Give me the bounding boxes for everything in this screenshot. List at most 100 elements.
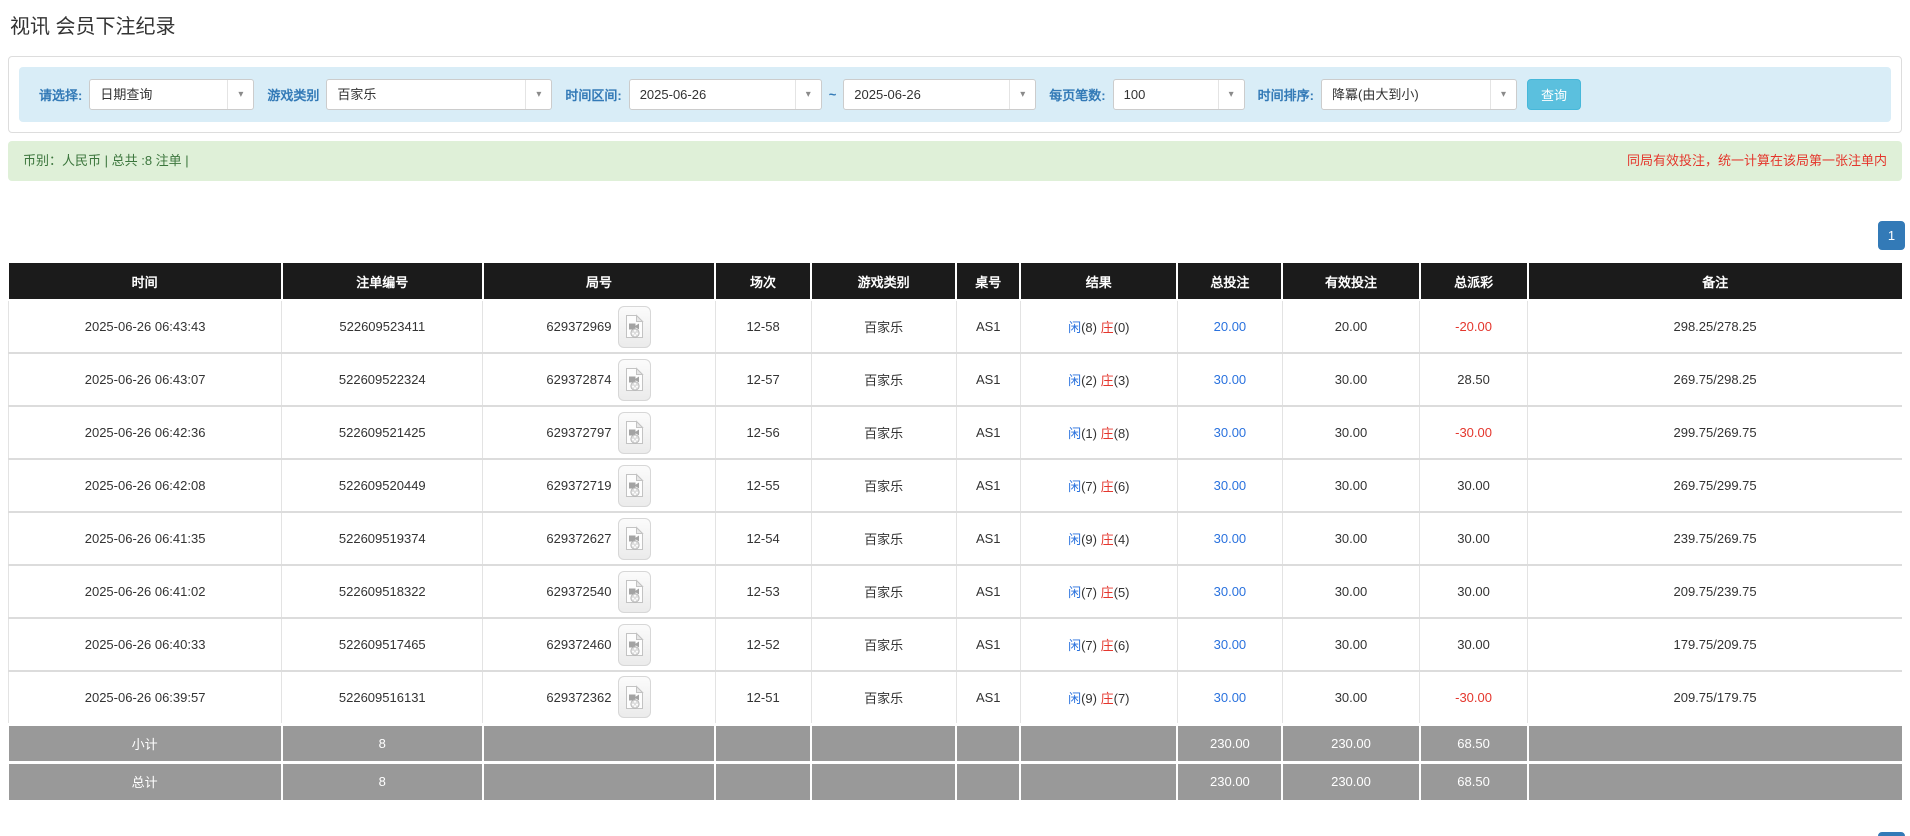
pagination-page-button[interactable]: 1 [1878,221,1905,250]
page-title: 视讯 会员下注纪录 [10,16,176,38]
video-record-button[interactable] [618,623,652,666]
video-record-icon [626,420,645,444]
date-to-select[interactable]: 2025-06-26 ▾ [843,79,1037,110]
chevron-down-icon: ▾ [1009,80,1035,109]
total-bet-link[interactable]: 30.00 [1214,584,1247,599]
date-to-value: 2025-06-26 [854,87,921,102]
video-record-icon [626,473,645,497]
date-range-tilde: ~ [828,87,837,102]
cell-total-bet: 20.00 [1177,300,1283,354]
total-label: 总计 [8,760,283,800]
total-bet-link[interactable]: 30.00 [1214,690,1247,705]
cell-session: 12-58 [715,300,812,354]
cell-game-type: 百家乐 [811,459,957,513]
round-id-value: 629372969 [546,319,612,334]
video-record-button[interactable] [618,570,652,613]
header-time: 时间 [8,263,283,301]
cell-total-bet: 30.00 [1177,618,1283,672]
total-bet-link[interactable]: 20.00 [1214,319,1247,334]
cell-session: 12-54 [715,512,812,566]
cell-game-type: 百家乐 [811,671,957,725]
cell-valid-bet: 30.00 [1282,406,1421,460]
summary-currency-count: 币别：人民币 | 总共 :8 注单 | [23,153,189,168]
query-type-select[interactable]: 日期查询 ▾ [89,79,255,110]
video-record-button[interactable] [618,305,652,348]
filter-panel: 请选择: 日期查询 ▾ 游戏类别 百家乐 ▾ 时间区间: 2025-06-26 … [8,56,1902,133]
total-bet-link[interactable]: 30.00 [1214,372,1247,387]
video-record-icon [626,367,645,391]
result-player-label: 闲 [1068,320,1082,335]
cell-round-id: 629372362 [482,671,716,725]
game-type-label: 游戏类别 [267,88,320,103]
result-banker-label: 庄 [1100,638,1114,653]
cell-session: 12-57 [715,353,812,407]
cell-bet-id: 522609516131 [281,671,484,725]
cell-result: 闲(8) 庄(0) [1020,300,1178,354]
cell-time: 2025-06-26 06:41:35 [7,512,283,566]
cell-result: 闲(2) 庄(3) [1020,353,1178,407]
cell-valid-bet: 20.00 [1282,300,1421,354]
cell-time: 2025-06-26 06:42:36 [7,406,283,460]
cell-game-type: 百家乐 [811,300,957,354]
header-table-no: 桌号 [956,263,1022,301]
result-banker-count: (6) [1113,638,1130,653]
result-banker-count: (8) [1113,426,1130,441]
cell-result: 闲(7) 庄(6) [1020,459,1178,513]
total-bet-link[interactable]: 30.00 [1214,425,1247,440]
cell-time: 2025-06-26 06:43:07 [7,353,283,407]
cell-valid-bet: 30.00 [1282,512,1421,566]
cell-bet-id: 522609519374 [281,512,484,566]
cell-session: 12-52 [715,618,812,672]
cell-result: 闲(7) 庄(5) [1020,565,1178,619]
chevron-down-icon: ▾ [1489,80,1516,109]
pagination-page-button-bottom[interactable]: 1 [1878,832,1905,836]
total-bet-link[interactable]: 30.00 [1214,637,1247,652]
table-row: 2025-06-26 06:42:36 522609521425 6293727… [7,406,1902,460]
cell-remark: 269.75/299.75 [1527,459,1902,513]
date-from-select[interactable]: 2025-06-26 ▾ [628,79,822,110]
cell-table-no: AS1 [956,565,1021,619]
cell-round-id: 629372719 [482,459,716,513]
table-row: 2025-06-26 06:43:07 522609522324 6293728… [7,353,1902,407]
page-size-select[interactable]: 100 ▾ [1112,79,1245,110]
video-record-button[interactable] [618,517,652,560]
video-record-button[interactable] [618,411,652,454]
cell-round-id: 629372627 [482,512,716,566]
cell-valid-bet: 30.00 [1282,618,1421,672]
cell-session: 12-56 [715,406,812,460]
result-banker-count: (3) [1113,373,1130,388]
round-id-value: 629372719 [546,478,612,493]
cell-remark: 209.75/239.75 [1527,565,1902,619]
total-bet-link[interactable]: 30.00 [1214,531,1247,546]
time-sort-value: 降冪(由大到小) [1331,87,1419,102]
video-record-button[interactable] [618,464,652,507]
cell-total-bet: 30.00 [1177,671,1283,725]
pagination-top: 1 [8,221,1905,250]
search-button[interactable]: 查询 [1526,79,1581,110]
subtotal-row: 小计 8 230.00 230.00 68.50 [8,722,1902,762]
total-bet-link[interactable]: 30.00 [1214,478,1247,493]
cell-table-no: AS1 [956,618,1021,672]
pagination-bottom: 1 [1878,832,1905,836]
cell-result: 闲(9) 庄(4) [1020,512,1178,566]
game-type-select[interactable]: 百家乐 ▾ [326,79,553,110]
result-banker-label: 庄 [1100,320,1114,335]
time-sort-select[interactable]: 降冪(由大到小) ▾ [1320,79,1517,110]
cell-remark: 209.75/179.75 [1527,671,1902,725]
cell-session: 12-53 [715,565,812,619]
cell-time: 2025-06-26 06:40:33 [7,618,283,672]
page-size-label: 每页笔数: [1049,88,1106,103]
round-id-value: 629372362 [546,689,612,705]
result-player-count: (1) [1081,426,1097,441]
result-player-label: 闲 [1068,479,1082,494]
time-sort-label: 时间排序: [1257,88,1314,103]
video-record-button[interactable] [618,358,652,401]
video-record-button[interactable] [618,676,652,719]
round-id-value: 629372797 [546,425,612,440]
header-valid-bet: 有效投注 [1282,263,1421,301]
cell-payout: 30.00 [1419,459,1529,513]
header-total-bet: 总投注 [1177,263,1284,301]
result-banker-count: (4) [1113,532,1130,547]
result-banker-label: 庄 [1100,479,1114,494]
total-valid-bet: 230.00 [1282,760,1421,800]
